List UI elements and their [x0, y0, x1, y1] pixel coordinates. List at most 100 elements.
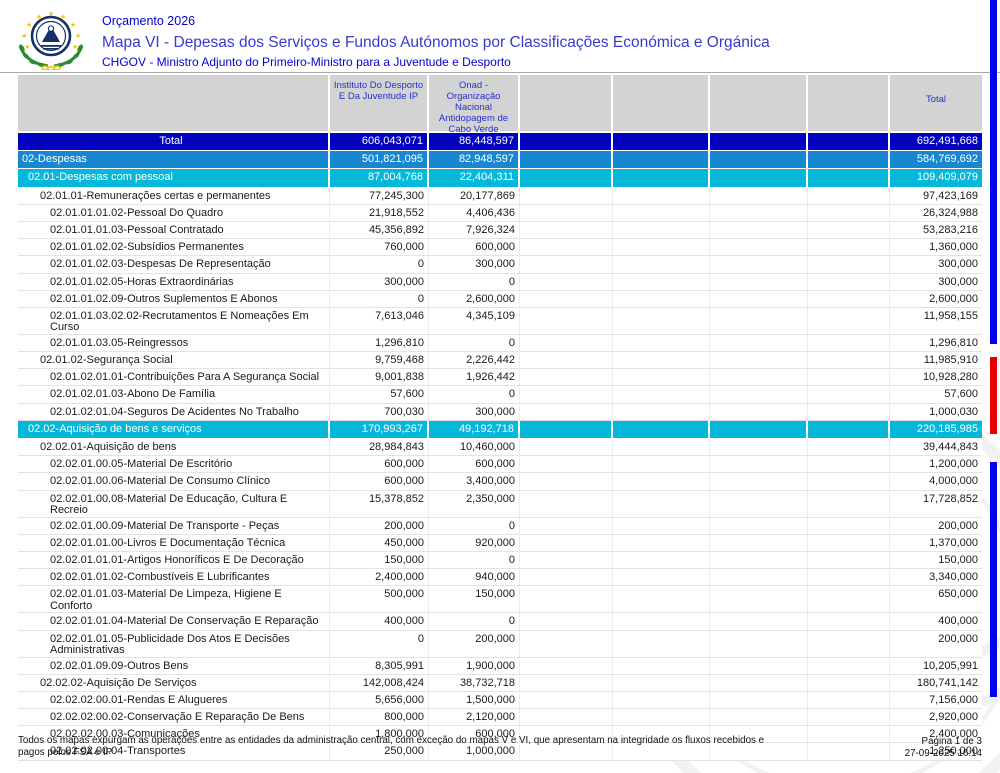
row-label: 02-Despesas [18, 151, 330, 169]
cell-value: 10,460,000 [429, 439, 520, 457]
cell-empty [808, 456, 890, 474]
table-body: Total 606,043,071 86,448,597 692,491,668 02-… [18, 133, 982, 761]
row-label: 02.01.01.03.05-Reingressos [18, 334, 330, 353]
cell-value: 57,600 [330, 386, 429, 404]
cell-empty [808, 307, 890, 335]
cell-value: 1,900,000 [429, 657, 520, 675]
cell-empty [520, 334, 613, 353]
cell-total: 1,370,000 [890, 535, 982, 552]
cell-empty [613, 169, 710, 187]
cell-empty [808, 630, 890, 658]
column-header-empty-4 [808, 75, 890, 135]
cell-total: 97,423,169 [890, 188, 982, 205]
cell-empty [520, 517, 613, 535]
cell-value: 2,400,000 [330, 569, 429, 587]
cell-value: 0 [429, 273, 520, 291]
cell-empty [520, 420, 613, 438]
cell-empty [520, 133, 613, 151]
cell-value: 150,000 [330, 551, 429, 570]
table-row: 02.02.01-Aquisição de bens 28,984,843 10,4… [18, 439, 982, 457]
cell-empty [808, 334, 890, 353]
cell-total: 1,200,000 [890, 456, 982, 474]
cell-total: 10,928,280 [890, 369, 982, 387]
cell-empty [710, 551, 808, 570]
cell-empty [808, 420, 890, 438]
column-header-empty-3 [710, 75, 808, 135]
cell-value: 700,030 [330, 403, 429, 421]
cell-empty [520, 586, 613, 614]
cell-empty [710, 169, 808, 187]
cell-empty [808, 551, 890, 570]
cell-empty [710, 204, 808, 222]
cell-total: 26,324,988 [890, 205, 982, 222]
cell-empty [613, 273, 710, 291]
cell-empty [520, 151, 613, 169]
cell-empty [710, 439, 808, 457]
cell-total: 692,491,668 [916, 135, 978, 147]
cell-total: 57,600 [890, 386, 982, 404]
cell-total: 4,000,000 [890, 473, 982, 491]
cell-value: 200,000 [429, 630, 520, 658]
cell-empty [710, 586, 808, 614]
cell-value: 920,000 [429, 534, 520, 552]
cell-empty [808, 204, 890, 222]
cell-empty [520, 569, 613, 587]
cell-value: 38,732,718 [429, 674, 520, 692]
cell-total: 109,409,079 [916, 171, 978, 184]
cell-empty [808, 256, 890, 274]
cell-value: 300,000 [330, 273, 429, 291]
cell-empty [613, 473, 710, 491]
cell-value: 800,000 [330, 709, 429, 727]
cell-empty [613, 204, 710, 222]
cell-empty [808, 473, 890, 491]
table-row: 02.02.01.00.09-Material De Transporte - … [18, 517, 982, 535]
cell-empty [520, 551, 613, 570]
cell-value: 82,948,597 [429, 151, 520, 169]
cell-empty [710, 674, 808, 692]
cell-total: 650,000 [890, 586, 982, 614]
cell-total: 200,000 [890, 518, 982, 535]
cell-empty [710, 239, 808, 257]
cell-value: 0 [429, 386, 520, 404]
table-row: 02.02.01.00.06-Material De Consumo Clíni… [18, 473, 982, 491]
cell-empty [613, 674, 710, 692]
row-label: 02.01.01.02.03-Despesas De Representação [18, 256, 330, 274]
cell-total: 11,958,155 [890, 308, 982, 335]
cell-total: 1,360,000 [890, 239, 982, 257]
svg-text:★: ★ [72, 43, 78, 51]
cell-value: 600,000 [429, 239, 520, 257]
cell-value: 20,177,869 [429, 187, 520, 205]
cell-value: 77,245,300 [330, 187, 429, 205]
cell-empty [613, 386, 710, 404]
row-label: 02.02.02.00.02-Conservação E Reparação D… [18, 709, 330, 727]
cell-value: 2,350,000 [429, 490, 520, 518]
cell-empty [808, 273, 890, 291]
cell-empty [808, 490, 890, 518]
cell-empty [613, 307, 710, 335]
cell-empty [808, 726, 890, 744]
cell-empty [613, 403, 710, 421]
table-row: 02.01.01.01.03-Pessoal Contratado 45,356,… [18, 221, 982, 240]
cell-empty [520, 473, 613, 491]
cell-total: 180,741,142 [890, 675, 982, 692]
row-label: 02.02.01.01.03-Material De Limpeza, Higi… [18, 586, 330, 614]
cell-empty [808, 369, 890, 387]
cell-empty [613, 420, 710, 438]
svg-text:★: ★ [21, 32, 27, 40]
table-row: 02.01.01.01.02-Pessoal Do Quadro 21,918,5… [18, 204, 982, 222]
row-label: 02.01.02-Segurança Social [18, 352, 330, 370]
cell-empty [710, 473, 808, 491]
cell-total: 7,156,000 [890, 692, 982, 710]
cell-empty [613, 691, 710, 710]
cell-total: 39,444,843 [890, 439, 982, 457]
table-row: 02.01.01.02.03-Despesas De Representação… [18, 256, 982, 274]
cell-empty [520, 709, 613, 727]
cell-value: 8,305,991 [330, 657, 429, 675]
table-row: 02.01.02.01.04-Seguros De Acidentes No T… [18, 403, 982, 421]
cell-empty [613, 352, 710, 370]
cell-value: 49,192,718 [429, 420, 520, 438]
table-row: 02.01.01.02.05-Horas Extraordinárias 300,… [18, 273, 982, 291]
cell-empty [808, 586, 890, 614]
cell-empty [710, 273, 808, 291]
cell-value: 500,000 [330, 586, 429, 614]
